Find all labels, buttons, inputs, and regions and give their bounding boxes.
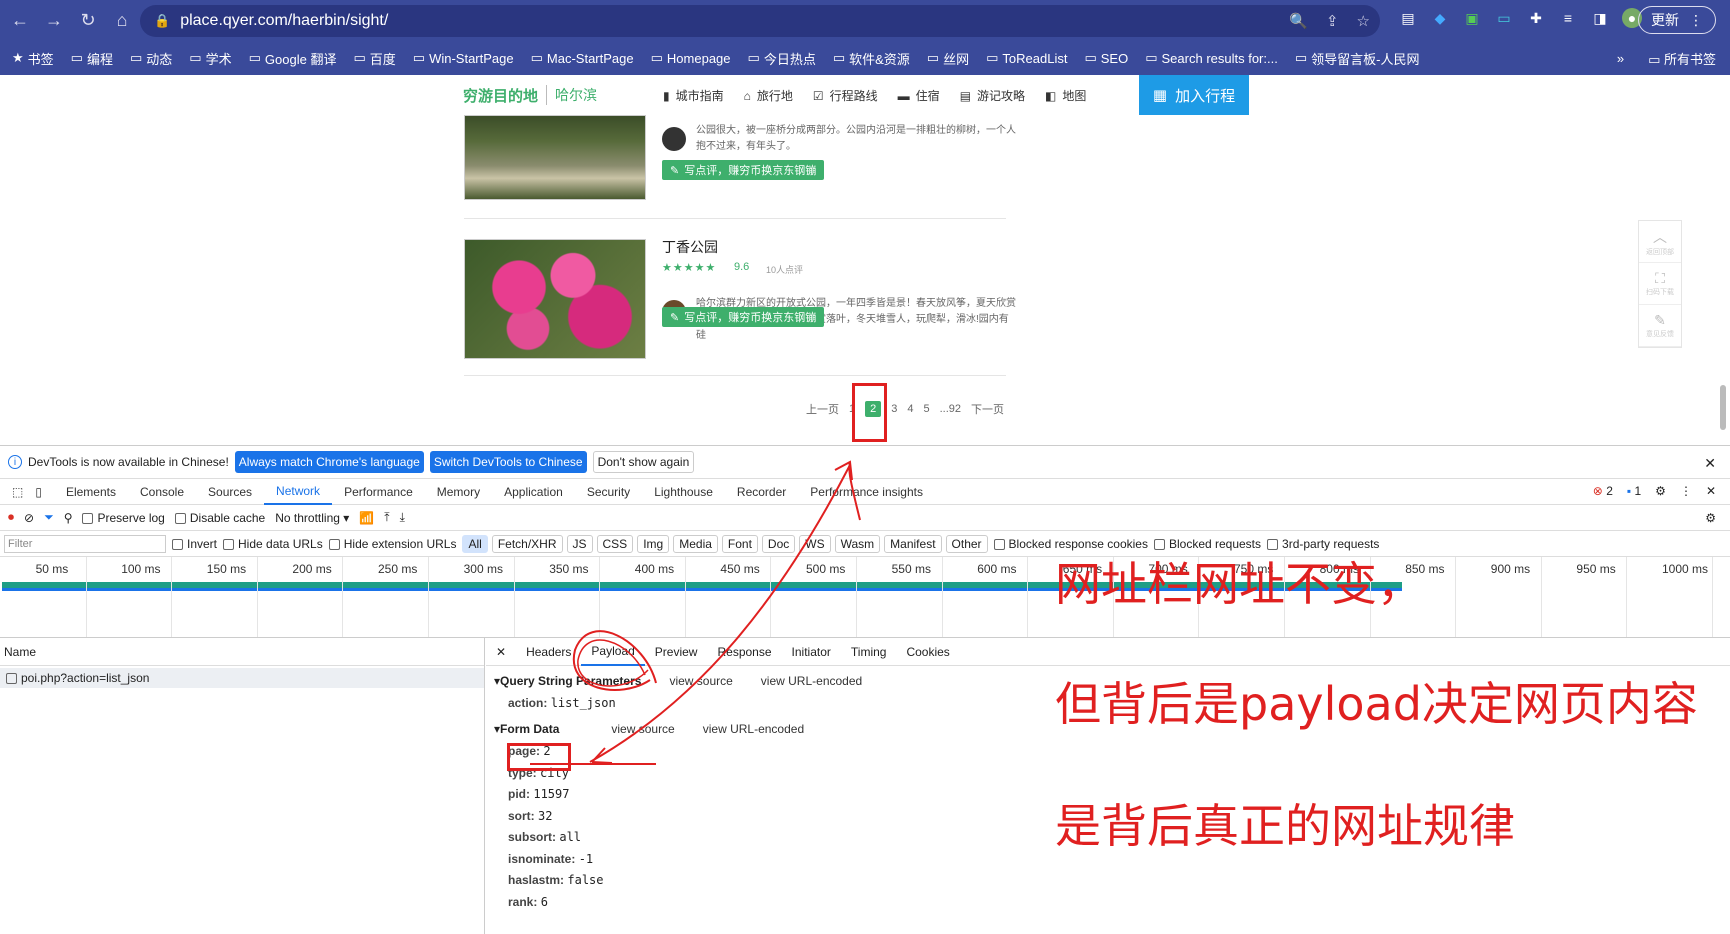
annotation-text: 是背后真正的网址规律 (1055, 799, 1515, 853)
annotation-arrow (589, 464, 851, 763)
annotation-text: 网址栏网址不变， (1055, 557, 1423, 611)
annotation-circle (572, 630, 657, 691)
annotation-text: 但背后是payload决定网页内容 (1055, 677, 1698, 731)
annotation-circle (577, 639, 649, 687)
